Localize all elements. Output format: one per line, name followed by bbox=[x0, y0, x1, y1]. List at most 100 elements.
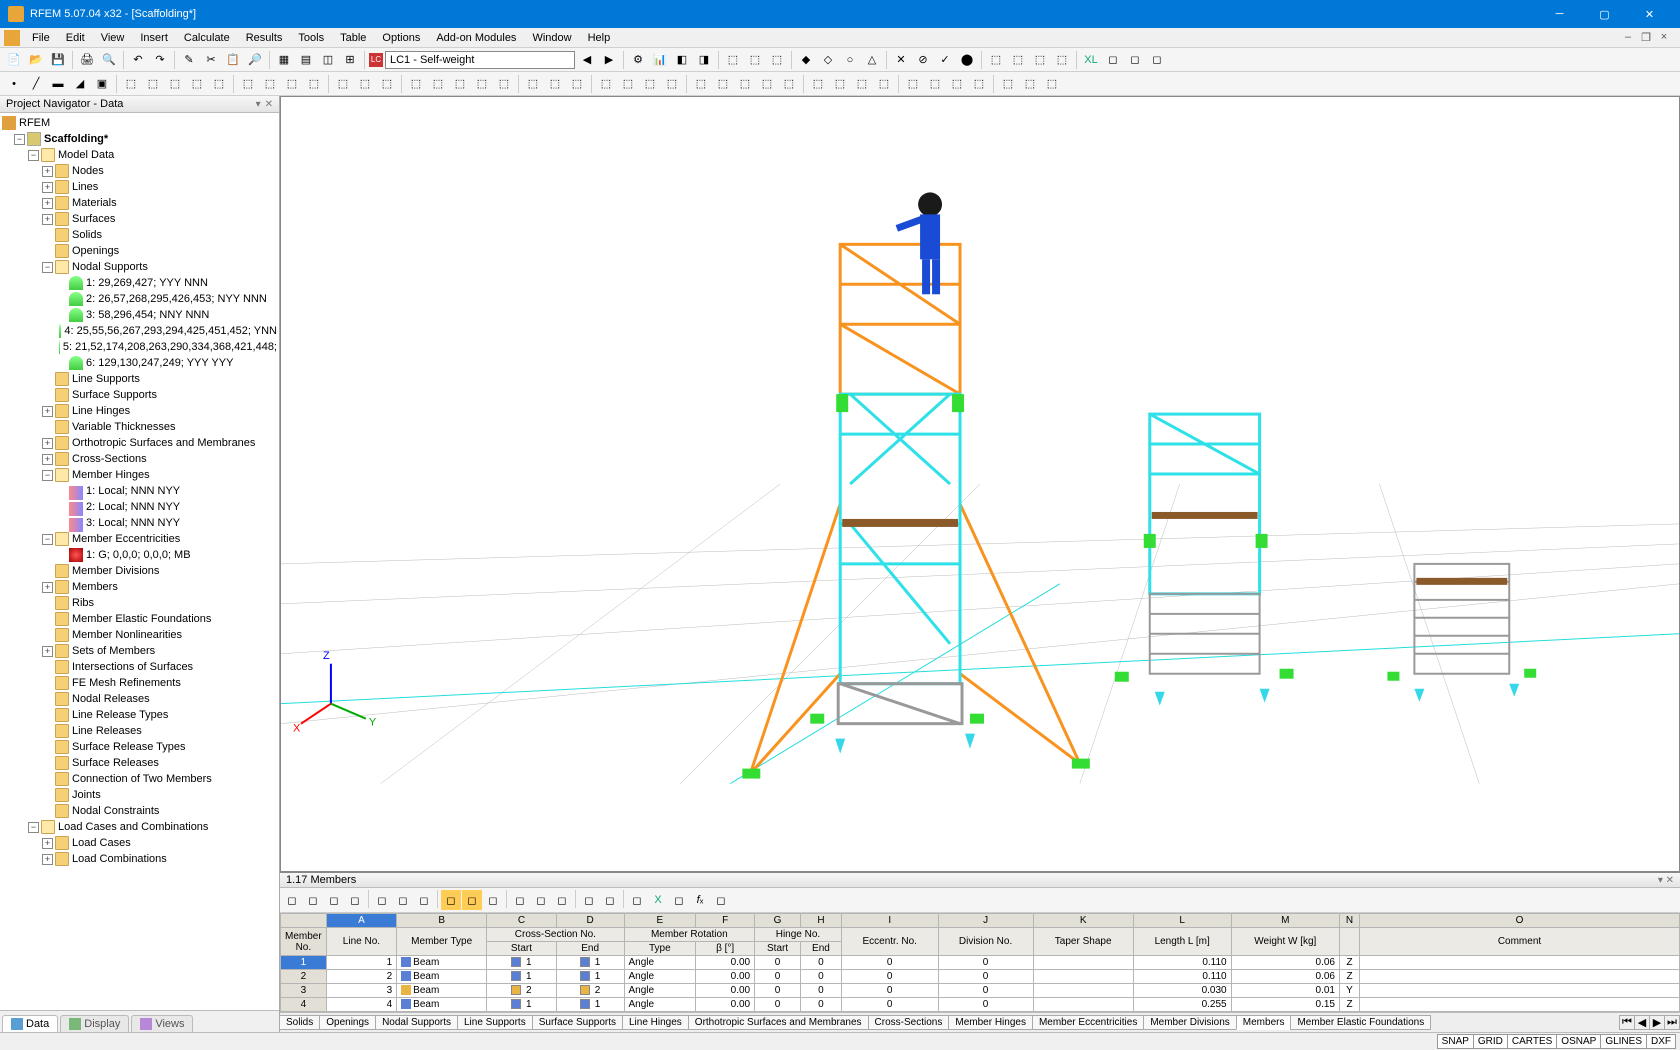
line-icon[interactable]: ╱ bbox=[26, 74, 46, 94]
table-tab[interactable]: Surface Supports bbox=[532, 1015, 623, 1030]
tool-icon[interactable]: ⬤ bbox=[957, 50, 977, 70]
maximize-button[interactable]: ▢ bbox=[1582, 0, 1627, 28]
tree-node[interactable]: Variable Thicknesses bbox=[0, 419, 279, 435]
tree-node[interactable]: Member Divisions bbox=[0, 563, 279, 579]
tool-icon[interactable]: ⬚ bbox=[662, 74, 682, 94]
table-tab[interactable]: Orthotropic Surfaces and Membranes bbox=[688, 1015, 869, 1030]
tree-node[interactable]: 3: 58,296,454; NNY NNN bbox=[0, 307, 279, 323]
tool-icon[interactable]: ⬚ bbox=[333, 74, 353, 94]
tool-icon[interactable]: ▣ bbox=[92, 74, 112, 94]
tree-node[interactable]: 1: G; 0,0,0; 0,0,0; MB bbox=[0, 547, 279, 563]
table-tab[interactable]: Member Hinges bbox=[948, 1015, 1033, 1030]
lc-next-icon[interactable]: ▶ bbox=[599, 50, 619, 70]
tool-icon[interactable]: ◆ bbox=[796, 50, 816, 70]
table-tab[interactable]: Nodal Supports bbox=[375, 1015, 458, 1030]
table-tab[interactable]: Members bbox=[1236, 1015, 1292, 1030]
tool-icon[interactable]: ⬚ bbox=[969, 74, 989, 94]
tree-node[interactable]: 3: Local; NNN NYY bbox=[0, 515, 279, 531]
tool-icon[interactable]: ◻ bbox=[303, 890, 323, 910]
tool-icon[interactable]: ◻ bbox=[282, 890, 302, 910]
tool-icon[interactable]: ⬚ bbox=[767, 50, 787, 70]
nav-tab-views[interactable]: Views bbox=[131, 1015, 193, 1032]
tool-icon[interactable]: ◻ bbox=[711, 890, 731, 910]
results-icon[interactable]: 📊 bbox=[650, 50, 670, 70]
print-icon[interactable]: 🖨 bbox=[77, 50, 97, 70]
calc-icon[interactable]: ⚙ bbox=[628, 50, 648, 70]
tool-icon[interactable]: ⬚ bbox=[494, 74, 514, 94]
menu-view[interactable]: View bbox=[93, 30, 133, 46]
tree-node[interactable]: Line Release Types bbox=[0, 707, 279, 723]
tree-node[interactable]: Solids bbox=[0, 227, 279, 243]
menu-tools[interactable]: Tools bbox=[290, 30, 332, 46]
table-tab[interactable]: Line Hinges bbox=[622, 1015, 689, 1030]
minimize-button[interactable]: ─ bbox=[1537, 0, 1582, 28]
tree-node[interactable]: FE Mesh Refinements bbox=[0, 675, 279, 691]
table-row[interactable]: 22Beam 1 1Angle0.0000000.1100.06Z bbox=[281, 970, 1680, 984]
tool-icon[interactable]: ◻ bbox=[483, 890, 503, 910]
tool-icon[interactable]: ✕ bbox=[891, 50, 911, 70]
tool-icon[interactable]: ⬚ bbox=[428, 74, 448, 94]
nav-tab-display[interactable]: Display bbox=[60, 1015, 129, 1032]
tree-node[interactable]: Member Nonlinearities bbox=[0, 627, 279, 643]
tool-icon[interactable]: ⊞ bbox=[340, 50, 360, 70]
status-cartes[interactable]: CARTES bbox=[1507, 1034, 1557, 1049]
tool-icon[interactable]: ⬚ bbox=[304, 74, 324, 94]
tool-icon[interactable]: ⬚ bbox=[1030, 50, 1050, 70]
tool-icon[interactable]: ◫ bbox=[318, 50, 338, 70]
tree-node[interactable]: +Surfaces bbox=[0, 211, 279, 227]
tool-icon[interactable]: ◇ bbox=[818, 50, 838, 70]
tool-icon[interactable]: ⬚ bbox=[377, 74, 397, 94]
menu-edit[interactable]: Edit bbox=[58, 30, 93, 46]
menu-options[interactable]: Options bbox=[374, 30, 428, 46]
tree-node[interactable]: +Materials bbox=[0, 195, 279, 211]
tool-icon[interactable]: ◻ bbox=[600, 890, 620, 910]
status-grid[interactable]: GRID bbox=[1473, 1034, 1508, 1049]
tool-icon[interactable]: ⬚ bbox=[165, 74, 185, 94]
tool-icon[interactable]: ◻ bbox=[579, 890, 599, 910]
tool-icon[interactable]: ⬚ bbox=[808, 74, 828, 94]
tool-icon[interactable]: ◻ bbox=[1103, 50, 1123, 70]
table-row[interactable]: 44Beam 1 1Angle0.0000000.2550.15Z bbox=[281, 998, 1680, 1012]
tree-node[interactable]: +Members bbox=[0, 579, 279, 595]
new-icon[interactable]: 📄 bbox=[4, 50, 24, 70]
tool-icon[interactable]: ⬚ bbox=[260, 74, 280, 94]
tool-icon[interactable]: ◻ bbox=[627, 890, 647, 910]
tool-icon[interactable]: ⬚ bbox=[545, 74, 565, 94]
model-viewport[interactable]: Z X Y bbox=[280, 96, 1680, 872]
status-osnap[interactable]: OSNAP bbox=[1556, 1034, 1601, 1049]
menu-results[interactable]: Results bbox=[238, 30, 291, 46]
tool-icon[interactable]: ◻ bbox=[510, 890, 530, 910]
tree-node[interactable]: 6: 129,130,247,249; YYY YYY bbox=[0, 355, 279, 371]
menu-table[interactable]: Table bbox=[332, 30, 374, 46]
tree-node[interactable]: 2: Local; NNN NYY bbox=[0, 499, 279, 515]
members-table[interactable]: ABCDEFGHIJKLMNO Member No. Line No. Memb… bbox=[280, 913, 1680, 1012]
mdi-restore-icon[interactable]: ❐ bbox=[1638, 31, 1654, 44]
tool-icon[interactable]: ⬚ bbox=[1008, 50, 1028, 70]
mdi-close-icon[interactable]: × bbox=[1656, 31, 1672, 44]
tool-icon[interactable]: ◢ bbox=[70, 74, 90, 94]
tree-node[interactable]: Line Releases bbox=[0, 723, 279, 739]
tree-node[interactable]: Joints bbox=[0, 787, 279, 803]
close-panel-icon[interactable]: ✕ bbox=[265, 99, 273, 110]
tool-icon[interactable]: ⬚ bbox=[691, 74, 711, 94]
tool-icon[interactable]: ⬚ bbox=[1042, 74, 1062, 94]
menu-help[interactable]: Help bbox=[580, 30, 619, 46]
tool-icon[interactable]: ◻ bbox=[1125, 50, 1145, 70]
table-tab[interactable]: Member Divisions bbox=[1143, 1015, 1236, 1030]
table-nav-icon[interactable]: ⏮ bbox=[1619, 1015, 1635, 1030]
tool-icon[interactable]: ⬚ bbox=[355, 74, 375, 94]
table-tab[interactable]: Openings bbox=[319, 1015, 376, 1030]
tool-icon[interactable]: ⬚ bbox=[472, 74, 492, 94]
tool-icon[interactable]: XL bbox=[1081, 50, 1101, 70]
tree-node[interactable]: Nodal Constraints bbox=[0, 803, 279, 819]
tool-icon[interactable]: ◻ bbox=[552, 890, 572, 910]
tool-icon[interactable]: ⬚ bbox=[1020, 74, 1040, 94]
tool-icon[interactable]: ◻ bbox=[462, 890, 482, 910]
tree-node[interactable]: +Lines bbox=[0, 179, 279, 195]
tool-icon[interactable]: ⬚ bbox=[406, 74, 426, 94]
lc-prev-icon[interactable]: ◀ bbox=[577, 50, 597, 70]
tree-node[interactable]: −Member Eccentricities bbox=[0, 531, 279, 547]
tree-node[interactable]: Member Elastic Foundations bbox=[0, 611, 279, 627]
tool-icon[interactable]: ◻ bbox=[531, 890, 551, 910]
tool-icon[interactable]: ⬚ bbox=[121, 74, 141, 94]
